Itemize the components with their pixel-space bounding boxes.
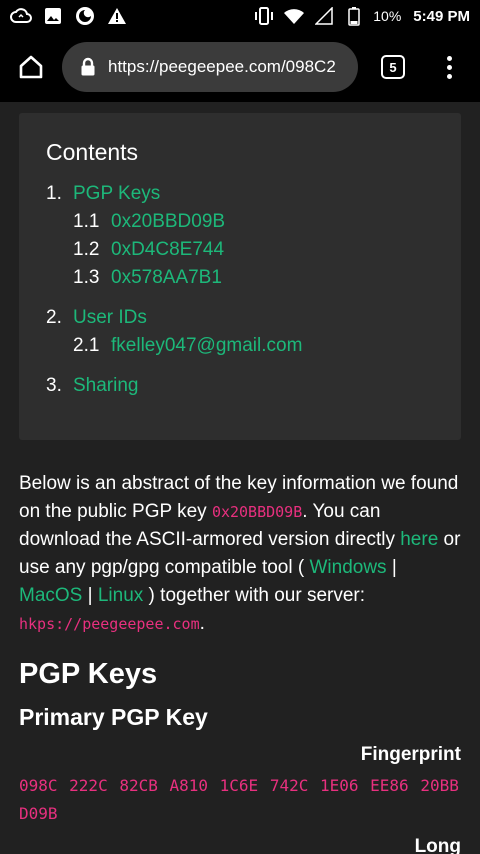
toc-number: 1. [46, 183, 62, 204]
toc-number: 1.1 [73, 211, 100, 232]
toc-link-user-ids[interactable]: User IDs [73, 307, 147, 329]
toc-link-key-2[interactable]: 0xD4C8E744 [111, 239, 224, 261]
download-here-link[interactable]: here [400, 529, 438, 550]
abstract-text: ) together with our server: [143, 585, 366, 606]
toc-subitem: 2.1 fkelley047@gmail.com [46, 332, 434, 360]
toc-link-user-email[interactable]: fkelley047@gmail.com [111, 335, 302, 357]
toc-number: 2.1 [73, 335, 100, 356]
menu-dot-icon [446, 55, 452, 61]
macos-link[interactable]: MacOS [19, 585, 82, 606]
overflow-menu-button[interactable] [428, 32, 470, 102]
vibrate-icon [253, 5, 275, 27]
toc-subitem: 1.3 0x578AA7B1 [46, 264, 434, 292]
toc-number: 3. [46, 375, 62, 396]
cloud-sync-icon [10, 5, 32, 27]
fingerprint-label: Fingerprint [360, 744, 461, 765]
toc-link-sharing[interactable]: Sharing [73, 375, 139, 397]
windows-link[interactable]: Windows [309, 557, 386, 578]
pgp-keys-heading: PGP Keys [19, 658, 158, 690]
server-url-code: hkps://peegeepee.com [19, 615, 200, 633]
toc-title: Contents [46, 139, 139, 165]
menu-dot-icon [446, 73, 452, 79]
tab-switcher-button[interactable]: 5 [358, 32, 428, 102]
linux-link[interactable]: Linux [98, 585, 143, 606]
warning-icon [106, 5, 128, 27]
toc-link-key-1[interactable]: 0x20BBD09B [111, 211, 225, 233]
toc-subitem: 1.2 0xD4C8E744 [46, 236, 434, 264]
home-button[interactable] [0, 32, 62, 102]
clock: 5:49 PM [413, 7, 470, 25]
separator: | [386, 557, 397, 578]
key-id-code: 0x20BBD09B [211, 503, 303, 521]
url-bar[interactable]: https://peegeepee.com/098C2 [62, 42, 358, 92]
toc-number: 2. [46, 307, 62, 328]
long-id-label: Long [414, 836, 461, 854]
fingerprint-value: 098C 222C 82CB A810 1C6E 742C 1E06 EE86 … [19, 776, 459, 823]
image-icon [42, 5, 64, 27]
toc-link-key-3[interactable]: 0x578AA7B1 [111, 267, 222, 289]
menu-dot-icon [446, 64, 452, 70]
key-abstract-paragraph: Below is an abstract of the key informat… [19, 470, 465, 638]
toc-item-pgp-keys: 1. PGP Keys [46, 180, 434, 208]
page-content: Contents 1. PGP Keys 1.1 0x20BBD09B 1.2 … [0, 102, 480, 854]
toc-item-sharing: 3. Sharing [46, 372, 434, 400]
toc-subitem: 1.1 0x20BBD09B [46, 208, 434, 236]
battery-icon [343, 5, 365, 27]
primary-key-heading: Primary PGP Key [19, 704, 208, 730]
separator: | [82, 585, 98, 606]
table-of-contents: Contents 1. PGP Keys 1.1 0x20BBD09B 1.2 … [19, 113, 461, 440]
toc-number: 1.2 [73, 239, 100, 260]
toc-number: 1.3 [73, 267, 100, 288]
lock-icon [76, 57, 100, 77]
battery-percent: 10% [373, 8, 402, 24]
signal-icon [313, 5, 335, 27]
home-icon [19, 55, 43, 79]
abstract-text: . [199, 613, 205, 634]
status-bar: 10% 5:49 PM [0, 0, 480, 32]
tab-count: 5 [381, 55, 405, 79]
toc-link-pgp-keys[interactable]: PGP Keys [73, 183, 160, 205]
firefox-icon [74, 5, 96, 27]
url-text: https://peegeepee.com/098C2 [108, 57, 336, 76]
toc-item-user-ids: 2. User IDs [46, 304, 434, 332]
browser-toolbar: https://peegeepee.com/098C2 5 [0, 32, 480, 102]
wifi-icon [283, 5, 305, 27]
